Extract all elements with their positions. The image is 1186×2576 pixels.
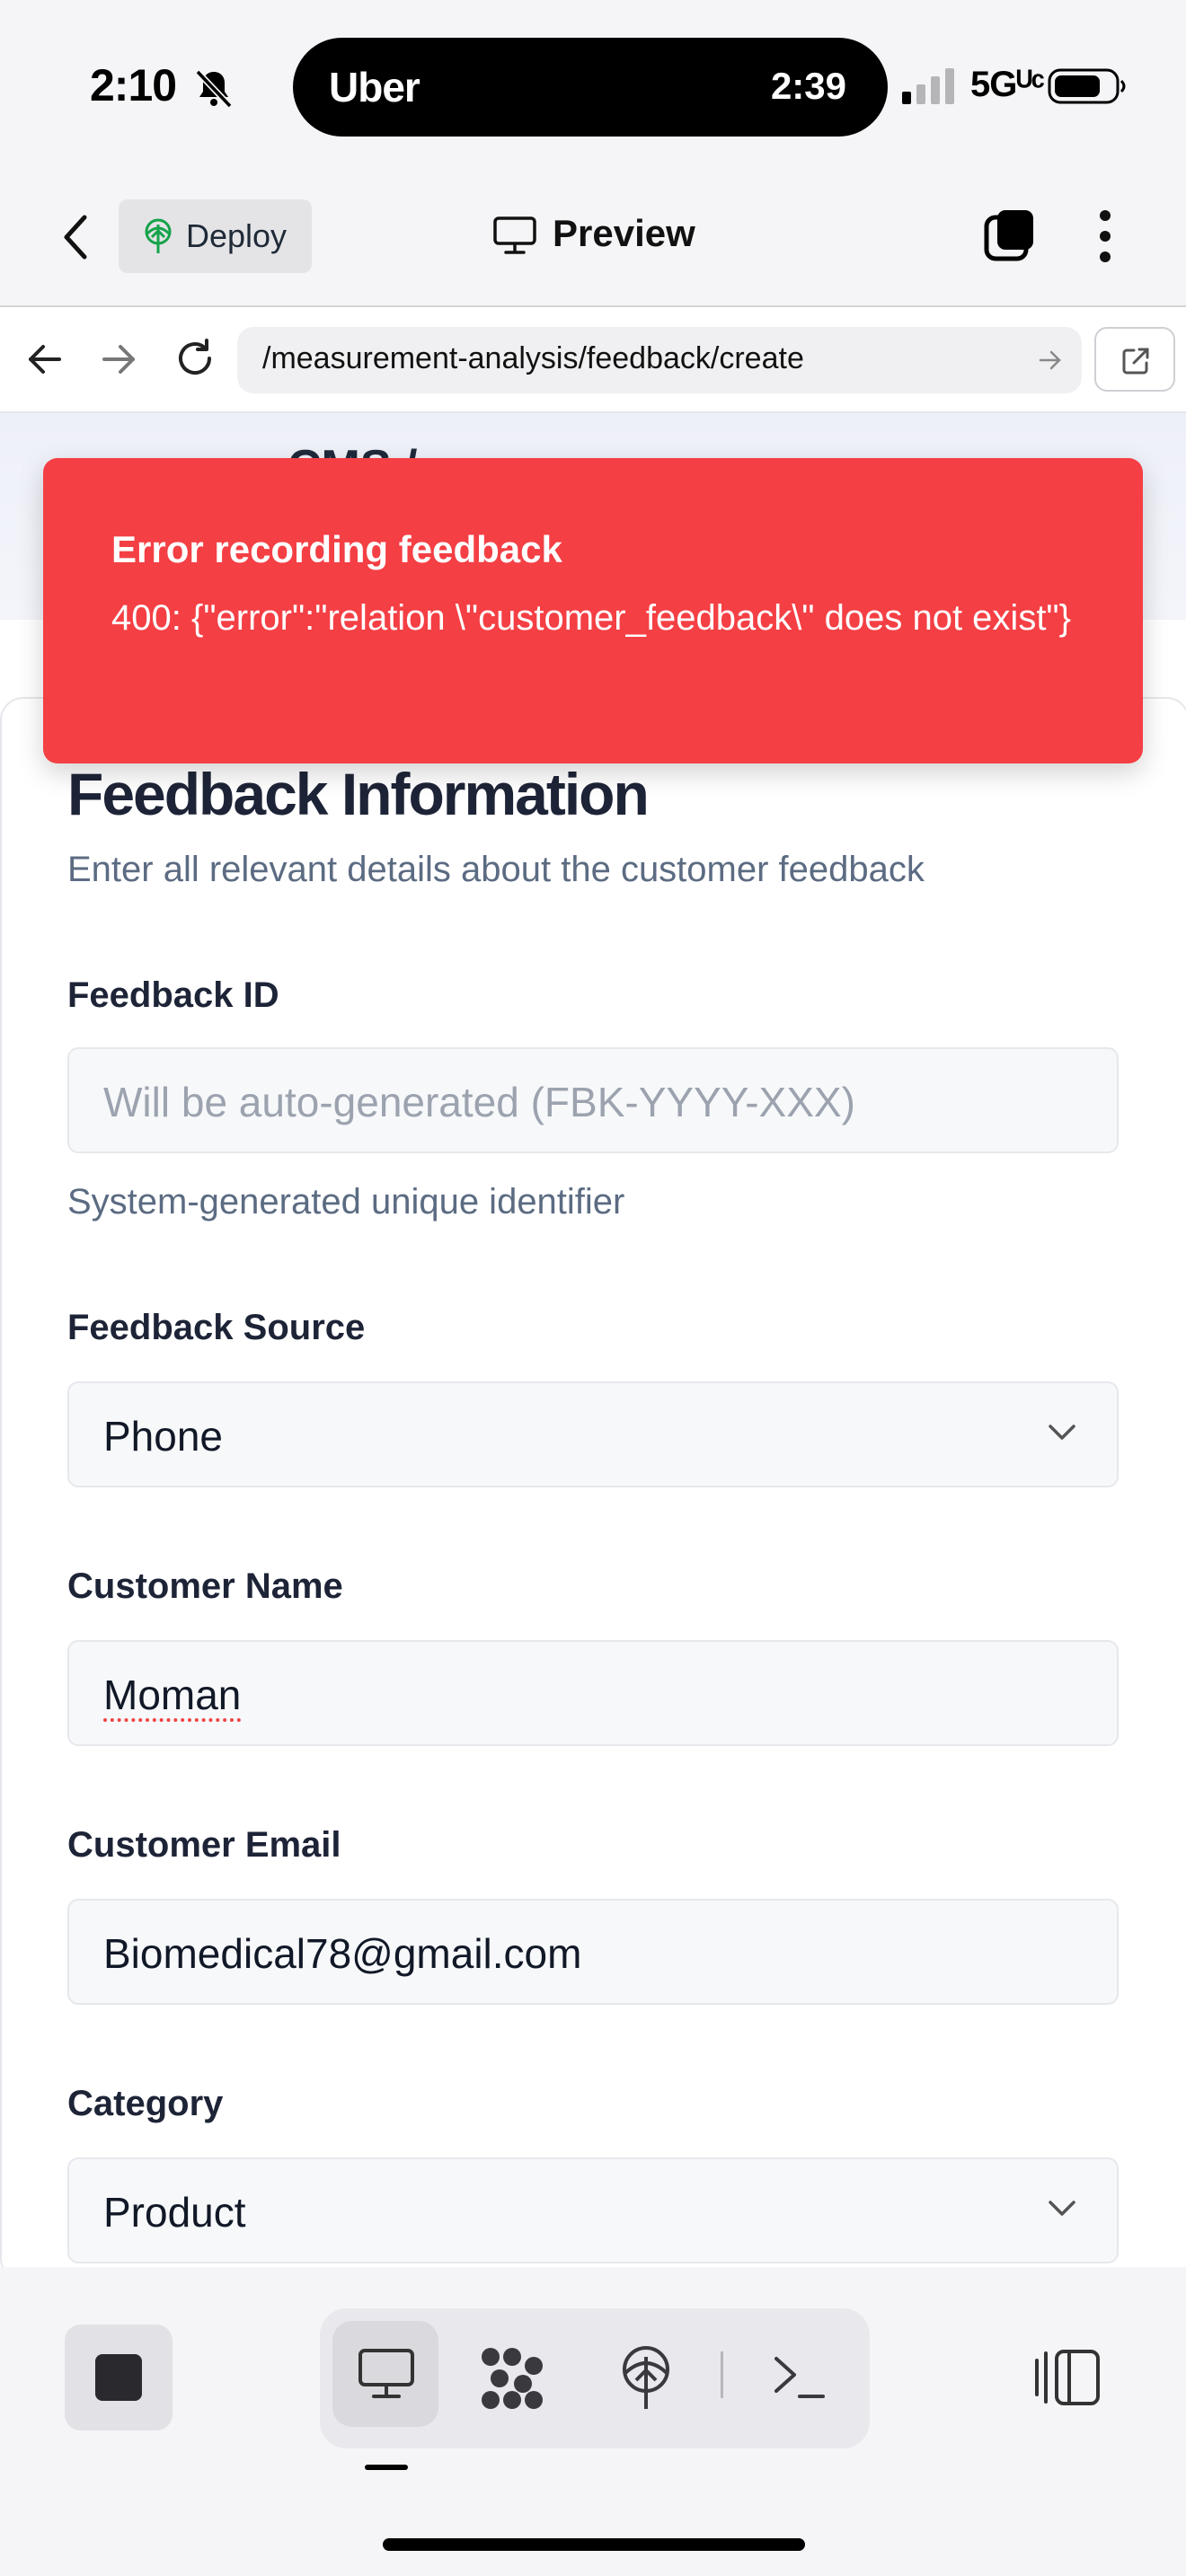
more-vertical-icon[interactable]: [1094, 208, 1116, 264]
island-brand: Uber: [329, 64, 420, 110]
battery-icon: [1048, 68, 1126, 104]
preview-title[interactable]: Preview: [553, 212, 695, 255]
desktop-view-button[interactable]: [332, 2321, 438, 2427]
tabs-icon[interactable]: [981, 207, 1039, 264]
customer-name-value: Moman: [103, 1672, 242, 1718]
go-arrow-icon[interactable]: [1037, 347, 1064, 374]
back-chevron-icon[interactable]: [58, 210, 93, 264]
network-type: 5Gᵁᶜ: [970, 65, 1045, 104]
deploy-tree-icon: [145, 218, 172, 253]
feedback-source-select[interactable]: Phone: [67, 1381, 1119, 1487]
view-switcher: [320, 2308, 870, 2448]
customer-email-input[interactable]: Biomedical78@gmail.com: [67, 1899, 1119, 2005]
monitor-icon: [493, 216, 536, 254]
dynamic-island[interactable]: Uber 2:39: [293, 38, 888, 137]
customer-name-input[interactable]: Moman: [67, 1640, 1119, 1746]
url-bar[interactable]: /measurement-analysis/feedback/create: [237, 327, 1082, 393]
arrow-left-icon[interactable]: [25, 340, 65, 379]
chevron-down-icon: [1049, 1425, 1075, 1440]
terminal-icon[interactable]: [771, 2350, 827, 2404]
home-indicator[interactable]: [383, 2538, 805, 2551]
feedback-id-placeholder: Will be auto-generated (FBK-YYYY-XXX): [103, 1079, 855, 1125]
panel-toggle-icon[interactable]: [1033, 2348, 1102, 2407]
customer-email-label: Customer Email: [67, 1825, 341, 1865]
arrow-right-icon[interactable]: [99, 340, 138, 379]
stop-icon: [95, 2354, 142, 2401]
open-in-new-tab-button[interactable]: [1094, 327, 1175, 392]
feedback-id-input[interactable]: Will be auto-generated (FBK-YYYY-XXX): [67, 1047, 1119, 1153]
chevron-down-icon: [1049, 2201, 1075, 2216]
section-title: Feedback Information: [67, 761, 650, 827]
external-link-icon: [1122, 348, 1149, 375]
switcher-divider: [721, 2351, 723, 2398]
deploy-label: Deploy: [186, 217, 288, 254]
active-view-indicator: [365, 2465, 408, 2470]
cellular-signal-icon: [902, 68, 954, 104]
feedback-source-value: Phone: [103, 1413, 224, 1460]
status-time: 2:10: [90, 60, 177, 110]
stop-button[interactable]: [65, 2325, 173, 2430]
desktop-icon: [358, 2349, 414, 2398]
deploy-button[interactable]: Deploy: [119, 199, 312, 273]
category-value: Product: [103, 2189, 246, 2236]
toast-title: Error recording feedback: [111, 528, 562, 570]
section-subtitle: Enter all relevant details about the cus…: [67, 850, 925, 889]
feedback-id-label: Feedback ID: [67, 975, 279, 1015]
feedback-id-help: System-generated unique identifier: [67, 1182, 625, 1222]
reload-icon[interactable]: [173, 336, 217, 381]
feedback-form-card: [0, 697, 1186, 2281]
bell-slash-icon: [195, 69, 233, 109]
toast-message: 400: {"error":"relation \"customer_feedb…: [111, 598, 1071, 638]
cluster-icon[interactable]: [478, 2344, 546, 2413]
customer-name-label: Customer Name: [67, 1566, 343, 1606]
error-toast[interactable]: Error recording feedback 400: {"error":"…: [43, 458, 1143, 763]
url-text: /measurement-analysis/feedback/create: [262, 341, 804, 375]
category-label: Category: [67, 2084, 224, 2123]
feedback-source-label: Feedback Source: [67, 1308, 366, 1347]
category-select[interactable]: Product: [67, 2157, 1119, 2263]
island-timer: 2:39: [770, 65, 846, 107]
deploy-tree-icon[interactable]: [616, 2344, 676, 2413]
customer-email-value: Biomedical78@gmail.com: [103, 1930, 582, 1977]
